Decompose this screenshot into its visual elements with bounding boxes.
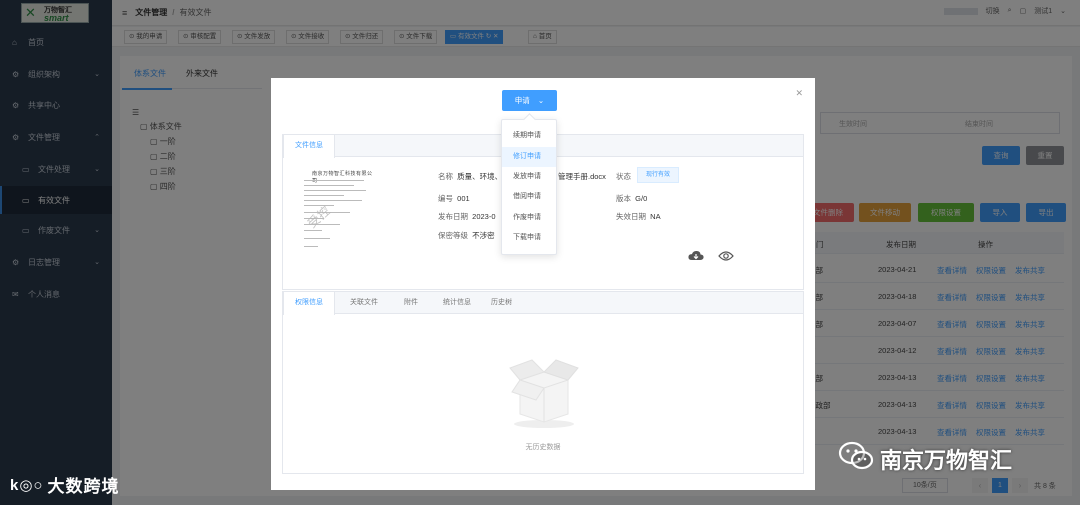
field-publish-date: 发布日期 2023-0: [438, 212, 496, 221]
field-version: 版本 G/0: [616, 194, 648, 203]
field-code: 编号 001: [438, 194, 470, 203]
tab-file-info[interactable]: 文件信息: [283, 135, 335, 158]
history-panel: 权限信息 关联文件 附件 统计信息 历史树 无历史数据: [282, 291, 804, 474]
history-tabs: 权限信息 关联文件 附件 统计信息 历史树: [283, 292, 803, 315]
field-name-suffix: 管理手册.docx: [558, 172, 606, 181]
menu-item-issue[interactable]: 发放申请: [502, 167, 556, 187]
cloud-download-icon[interactable]: [688, 250, 704, 264]
eye-icon[interactable]: [718, 250, 734, 264]
watermark-right: 南京万物智汇: [838, 441, 1012, 477]
thumb-heading: 南京万物智汇科技有限公司: [312, 171, 373, 184]
menu-item-download[interactable]: 下载申请: [502, 228, 556, 248]
watermark-logo-icon: k◎○: [10, 476, 44, 494]
menu-item-renew[interactable]: 续期申请: [502, 126, 556, 146]
empty-state-text: 无历史数据: [525, 444, 561, 451]
tab-permissions[interactable]: 权限信息: [283, 292, 335, 315]
empty-box-icon: [506, 350, 582, 432]
field-name: 名称 质量、环境、: [438, 172, 503, 181]
watermark-left: k◎○ 大数跨境: [10, 476, 120, 497]
apply-dropdown-menu: 续期申请 修订申请 发放申请 借阅申请 作废申请 下载申请: [501, 119, 557, 255]
field-expire-date: 失效日期 NA: [616, 212, 661, 221]
chevron-down-icon: ⌄: [537, 96, 545, 105]
menu-item-revise[interactable]: 修订申请: [502, 147, 556, 167]
field-status: 状态: [616, 172, 631, 181]
menu-item-void[interactable]: 作废申请: [502, 208, 556, 228]
apply-dropdown-button[interactable]: 申请 ⌄: [502, 90, 557, 111]
menu-item-borrow[interactable]: 借阅申请: [502, 187, 556, 207]
close-icon[interactable]: ✕: [795, 88, 803, 99]
wechat-icon: [838, 441, 874, 477]
field-secret-level: 保密等级 不涉密: [438, 231, 495, 240]
tab-attachments[interactable]: 附件: [393, 292, 429, 314]
tab-history-tree[interactable]: 历史树: [480, 292, 523, 314]
tab-statistics[interactable]: 统计信息: [432, 292, 482, 314]
status-badge: 现行有效: [637, 167, 679, 183]
file-detail-dialog: ✕ 申请 ⌄ 续期申请 修订申请 发放申请 借阅申请 作废申请 下载申请 文件信…: [271, 78, 815, 490]
document-thumbnail[interactable]: 南京万物智汇科技有限公司 受控: [296, 168, 374, 276]
tab-related-files[interactable]: 关联文件: [339, 292, 389, 314]
